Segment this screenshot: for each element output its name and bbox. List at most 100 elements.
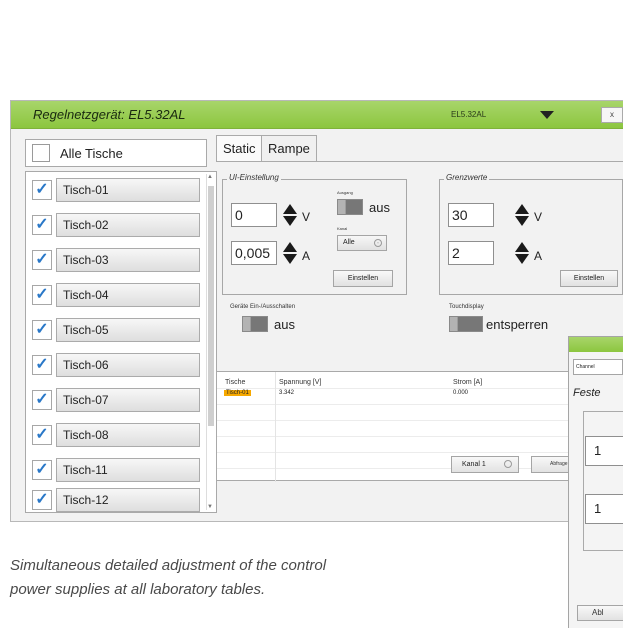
limits-group: Grenzwerte 30 V 2 A Einstellen: [439, 173, 623, 295]
increment-icon[interactable]: [515, 242, 529, 252]
limit-voltage-input[interactable]: 30: [448, 203, 494, 227]
toggle-lever: [338, 200, 346, 214]
table-checkbox[interactable]: ✓: [32, 250, 52, 270]
second-window: Channel Feste 1 1 Abl: [568, 336, 623, 628]
voltage-input[interactable]: 0: [231, 203, 277, 227]
select-knob-icon: ◦: [374, 239, 382, 247]
current-spinner[interactable]: [281, 241, 299, 265]
all-tables-label: Alle Tische: [60, 146, 123, 161]
all-tables-toggle[interactable]: Alle Tische: [25, 139, 207, 167]
increment-icon[interactable]: [283, 204, 297, 214]
list-item: ✓ Tisch-07: [32, 388, 200, 412]
second-channel-field[interactable]: Channel: [573, 359, 623, 375]
table-button[interactable]: Tisch-03: [56, 248, 200, 272]
channel-value: Alle: [343, 239, 355, 246]
channel-select-footer[interactable]: Kanal 1: [451, 456, 519, 473]
list-item: ✓ Tisch-11: [32, 458, 200, 482]
second-window-button[interactable]: Abl: [577, 605, 623, 621]
output-toggle[interactable]: [337, 199, 363, 215]
table-button[interactable]: Tisch-12: [56, 488, 200, 512]
list-item: ✓ Tisch-06: [32, 353, 200, 377]
second-value-2[interactable]: 1: [585, 494, 623, 524]
table-checkbox[interactable]: ✓: [32, 390, 52, 410]
main-window: Regelnetzgerät: EL5.32AL EL5.32AL x Alle…: [10, 100, 623, 522]
decrement-icon[interactable]: [283, 216, 297, 226]
toggle-lever: [450, 317, 458, 331]
table-cell-voltage: 3.342: [279, 390, 295, 396]
decrement-icon[interactable]: [515, 254, 529, 264]
close-button[interactable]: x: [601, 107, 623, 123]
table-line: [217, 452, 623, 453]
select-knob-icon: [504, 460, 512, 468]
table-checkbox[interactable]: ✓: [32, 460, 52, 480]
ui-apply-button[interactable]: Einstellen: [333, 270, 393, 287]
tab-rampe[interactable]: Rampe: [261, 135, 317, 162]
limit-current-input[interactable]: 2: [448, 241, 494, 265]
list-item: ✓ Tisch-05: [32, 318, 200, 342]
second-value-1[interactable]: 1: [585, 436, 623, 466]
window-title: Regelnetzgerät: EL5.32AL: [33, 107, 186, 122]
table-cell-current: 0.000: [453, 390, 469, 396]
touch-toggle[interactable]: [449, 316, 483, 332]
increment-icon[interactable]: [515, 204, 529, 214]
list-item: ✓ Tisch-04: [32, 283, 200, 307]
voltage-spinner[interactable]: [281, 203, 299, 227]
device-label: EL5.32AL: [451, 110, 487, 119]
ui-settings-group: UI-Einstellung 0 V 0,005 A Ausgang aus K…: [222, 173, 407, 295]
screenshot-page: Regelnetzgerät: EL5.32AL EL5.32AL x Alle…: [0, 0, 623, 628]
scrollbar-thumb[interactable]: [208, 186, 214, 426]
list-scrollbar[interactable]: ▲ ▼: [206, 174, 215, 510]
table-checkbox[interactable]: ✓: [32, 215, 52, 235]
channel-select[interactable]: Alle ◦: [337, 235, 387, 251]
list-item: ✓ Tisch-01: [32, 178, 200, 202]
limit-voltage-spinner[interactable]: [513, 203, 531, 227]
device-power-toggle[interactable]: [242, 316, 268, 332]
tab-static[interactable]: Static: [216, 135, 263, 162]
current-input[interactable]: 0,005: [231, 241, 277, 265]
table-button[interactable]: Tisch-01: [56, 178, 200, 202]
scroll-up-icon[interactable]: ▲: [207, 174, 213, 180]
table-checkbox[interactable]: ✓: [32, 180, 52, 200]
second-window-title-bar[interactable]: [569, 337, 623, 352]
table-button[interactable]: Tisch-05: [56, 318, 200, 342]
touch-state: entsperren: [486, 317, 549, 332]
decrement-icon[interactable]: [515, 216, 529, 226]
list-item: ✓ Tisch-08: [32, 423, 200, 447]
table-button[interactable]: Tisch-02: [56, 213, 200, 237]
table-list: ✓ Tisch-01 ✓ Tisch-02 ✓ Tisch-03 ✓ Tisch…: [25, 171, 217, 513]
static-tab-panel: UI-Einstellung 0 V 0,005 A Ausgang aus K…: [216, 161, 623, 361]
caption-line-1: Simultaneous detailed adjustment of the …: [10, 557, 327, 574]
current-unit: A: [302, 249, 311, 263]
decrement-icon[interactable]: [283, 254, 297, 264]
limit-current-unit: A: [534, 249, 543, 263]
table-line: [217, 420, 623, 421]
limits-legend: Grenzwerte: [444, 173, 490, 182]
column-header-voltage: Spannung [V]: [279, 379, 322, 386]
increment-icon[interactable]: [283, 242, 297, 252]
table-button[interactable]: Tisch-07: [56, 388, 200, 412]
limits-apply-button[interactable]: Einstellen: [560, 270, 618, 287]
table-checkbox[interactable]: ✓: [32, 425, 52, 445]
list-item: ✓ Tisch-03: [32, 248, 200, 272]
scroll-down-icon[interactable]: ▼: [207, 504, 213, 510]
title-bar[interactable]: Regelnetzgerät: EL5.32AL EL5.32AL x: [11, 101, 623, 129]
table-button[interactable]: Tisch-06: [56, 353, 200, 377]
toggle-lever: [243, 317, 251, 331]
table-checkbox[interactable]: ✓: [32, 490, 52, 510]
table-checkbox[interactable]: ✓: [32, 355, 52, 375]
second-heading: Feste: [573, 387, 601, 399]
table-cell-table[interactable]: Tisch-01: [224, 390, 251, 396]
ui-settings-legend: UI-Einstellung: [227, 173, 281, 182]
table-checkbox[interactable]: ✓: [32, 285, 52, 305]
caption-line-2: power supplies at all laboratory tables.: [10, 581, 266, 598]
device-power-state: aus: [274, 317, 295, 332]
limit-current-spinner[interactable]: [513, 241, 531, 265]
table-button[interactable]: Tisch-08: [56, 423, 200, 447]
table-line: [217, 404, 623, 405]
device-dropdown-arrow-icon[interactable]: [540, 111, 554, 119]
table-button[interactable]: Tisch-11: [56, 458, 200, 482]
channel-footer-value: Kanal 1: [462, 461, 486, 468]
table-button[interactable]: Tisch-04: [56, 283, 200, 307]
table-checkbox[interactable]: ✓: [32, 320, 52, 340]
all-tables-checkbox[interactable]: [32, 144, 50, 162]
